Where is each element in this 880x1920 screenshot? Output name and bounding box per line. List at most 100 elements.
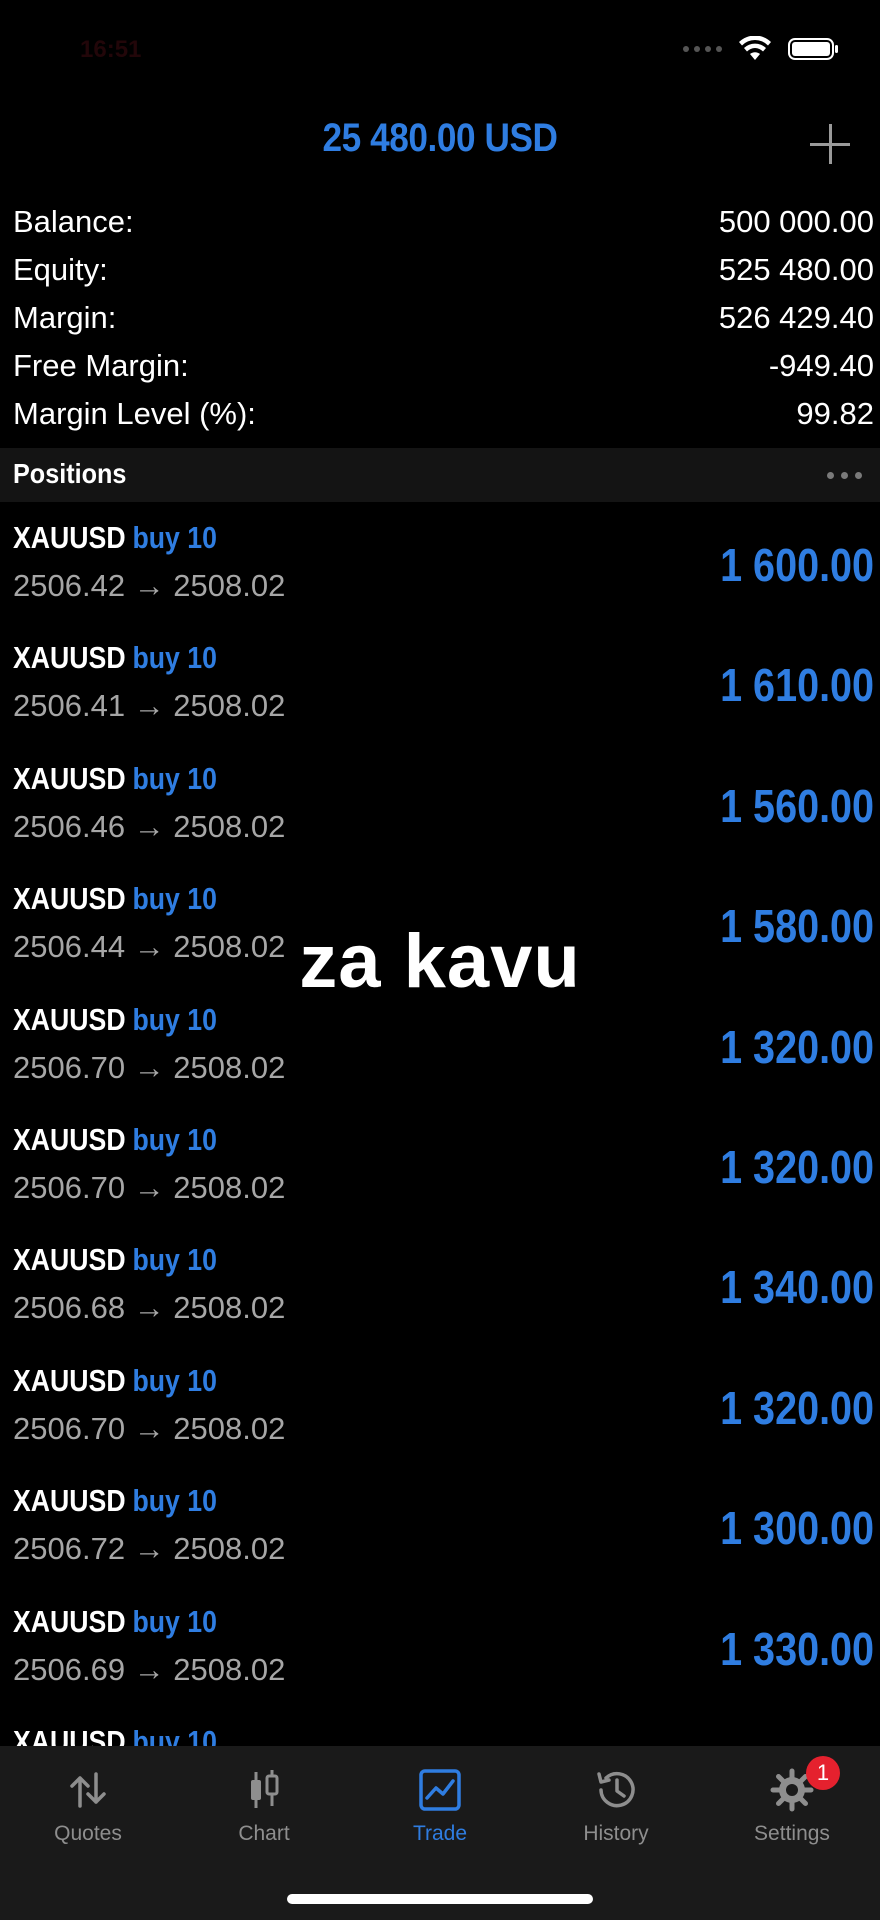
position-side: buy 10 [132, 520, 217, 555]
summary-value: -949.40 [768, 348, 874, 383]
position-prices: 2506.41 → 2508.02 [13, 688, 286, 724]
position-prices: 2506.46 → 2508.02 [13, 808, 286, 844]
cellular-signal-icon [683, 46, 722, 52]
position-prices: 2506.42 → 2508.02 [13, 568, 286, 603]
position-profit: 1 320.00 [720, 1020, 874, 1073]
position-symbol: XAUUSD [13, 1603, 126, 1639]
position-side: buy 10 [132, 1483, 217, 1519]
position-row[interactable]: XAUUSD buy 10 2506.70 → 2508.02 1 320.00 [0, 990, 880, 1110]
tab-chart[interactable]: Chart [176, 1746, 352, 1856]
position-symbol: XAUUSD [13, 760, 126, 796]
position-title: XAUUSD buy 10 [13, 1122, 217, 1158]
position-prices: 2506.70 → 2508.02 [13, 1169, 286, 1205]
position-row[interactable]: XAUUSD buy 10 2506.70 → 2508.02 1 320.00 [0, 1351, 880, 1471]
position-title: XAUUSD buy 10 [13, 1724, 217, 1746]
account-summary: Balance: 500 000.00 Equity: 525 480.00 Margi… [0, 198, 880, 438]
position-side: buy 10 [132, 881, 217, 917]
position-prices: 2506.70 → 2508.02 [13, 1410, 286, 1446]
position-prices: 2506.70 → 2508.02 [13, 1049, 286, 1085]
position-symbol: XAUUSD [13, 1362, 126, 1398]
position-profit: 1 600.00 [720, 539, 874, 591]
position-symbol: XAUUSD [13, 1483, 126, 1519]
tab-quotes[interactable]: Quotes [0, 1746, 176, 1856]
tab-label: Settings [754, 1822, 830, 1845]
summary-row: Balance: 500 000.00 [0, 198, 880, 246]
position-profit: 1 560.00 [720, 779, 874, 832]
position-symbol: XAUUSD [13, 1001, 126, 1037]
position-side: buy 10 [132, 760, 217, 796]
summary-label: Balance: [13, 204, 134, 239]
tab-trade[interactable]: Trade [352, 1746, 528, 1856]
position-profit: 1 300.00 [720, 1502, 874, 1555]
position-title: XAUUSD buy 10 [13, 881, 217, 917]
profit-total: 25 480.00 USD [322, 116, 558, 160]
tab-history[interactable]: History [528, 1746, 704, 1856]
summary-label: Margin: [13, 300, 117, 335]
position-prices: 2506.68 → 2508.02 [13, 1290, 286, 1326]
position-symbol: XAUUSD [13, 1121, 126, 1157]
position-profit: 1 340.00 [720, 1261, 874, 1314]
tab-label: Quotes [54, 1822, 122, 1845]
position-side: buy 10 [132, 640, 217, 676]
summary-label: Margin Level (%): [13, 396, 256, 431]
position-title: XAUUSD buy 10 [13, 761, 217, 797]
summary-value: 525 480.00 [718, 252, 874, 287]
position-profit: 1 330.00 [720, 1622, 874, 1675]
battery-icon [788, 38, 838, 60]
position-title: XAUUSD buy 10 [13, 640, 217, 676]
candlestick-chart-icon [251, 1770, 279, 1808]
summary-label: Free Margin: [13, 348, 189, 383]
position-row[interactable]: XAUUSD buy 10 [0, 1712, 880, 1746]
positions-list[interactable]: XAUUSD buy 10 2506.42 → 2508.02 1 600.00 XAU… [0, 508, 880, 1746]
account-header: 25 480.00 USD [0, 110, 880, 180]
position-title: XAUUSD buy 10 [13, 1002, 217, 1038]
position-symbol: XAUUSD [13, 1242, 126, 1278]
position-row[interactable]: XAUUSD buy 10 2506.46 → 2508.02 1 560.00 [0, 749, 880, 869]
tab-label: Chart [238, 1822, 290, 1845]
positions-section-header: Positions [0, 448, 880, 502]
status-icons [683, 36, 838, 62]
trade-chart-icon [419, 1769, 461, 1811]
position-row[interactable]: XAUUSD buy 10 2506.41 → 2508.02 1 610.00 [0, 628, 880, 748]
add-order-button[interactable] [810, 124, 850, 164]
position-side: buy 10 [132, 1362, 217, 1398]
position-side: buy 10 [132, 1121, 217, 1157]
position-row[interactable]: XAUUSD buy 10 2506.42 → 2508.02 1 600.00 [0, 508, 880, 628]
status-time: 16:51 [80, 36, 142, 63]
more-options-icon[interactable] [827, 472, 862, 479]
position-title: XAUUSD buy 10 [13, 1363, 217, 1399]
position-title: XAUUSD buy 10 [13, 520, 217, 556]
position-profit: 1 320.00 [720, 1381, 874, 1434]
position-profit: 1 610.00 [720, 659, 874, 712]
position-symbol: XAUUSD [13, 640, 126, 676]
position-title: XAUUSD buy 10 [13, 1604, 217, 1640]
summary-row: Margin Level (%): 99.82 [0, 390, 880, 438]
summary-value: 500 000.00 [718, 204, 874, 239]
position-symbol: XAUUSD [13, 1723, 126, 1746]
tab-settings[interactable]: 1 Settings [704, 1746, 880, 1856]
tab-label: History [583, 1822, 649, 1845]
notification-badge: 1 [806, 1756, 840, 1790]
position-row[interactable]: XAUUSD buy 10 2506.69 → 2508.02 1 330.00 [0, 1592, 880, 1712]
wifi-icon [739, 36, 771, 60]
position-title: XAUUSD buy 10 [13, 1242, 217, 1278]
home-indicator[interactable] [287, 1894, 593, 1904]
position-row[interactable]: XAUUSD buy 10 2506.72 → 2508.02 1 300.00 [0, 1471, 880, 1591]
position-prices: 2506.72 → 2508.02 [13, 1531, 286, 1567]
position-row[interactable]: XAUUSD buy 10 2506.68 → 2508.02 1 340.00 [0, 1230, 880, 1350]
summary-row: Equity: 525 480.00 [0, 246, 880, 294]
summary-value: 526 429.40 [718, 300, 874, 335]
tab-label: Trade [412, 1822, 468, 1845]
position-side: buy 10 [132, 1001, 217, 1037]
status-bar: 16:51 [0, 0, 880, 100]
position-side: buy 10 [132, 1242, 217, 1278]
position-prices: 2506.69 → 2508.02 [13, 1651, 286, 1687]
summary-label: Equity: [13, 252, 108, 287]
summary-row: Free Margin: -949.40 [0, 342, 880, 390]
position-title: XAUUSD buy 10 [13, 1483, 217, 1519]
position-row[interactable]: XAUUSD buy 10 2506.70 → 2508.02 1 320.00 [0, 1110, 880, 1230]
position-side: buy 10 [132, 1723, 217, 1746]
position-symbol: XAUUSD [13, 520, 126, 555]
quotes-arrows-icon [70, 1772, 106, 1808]
position-profit: 1 320.00 [720, 1140, 874, 1193]
